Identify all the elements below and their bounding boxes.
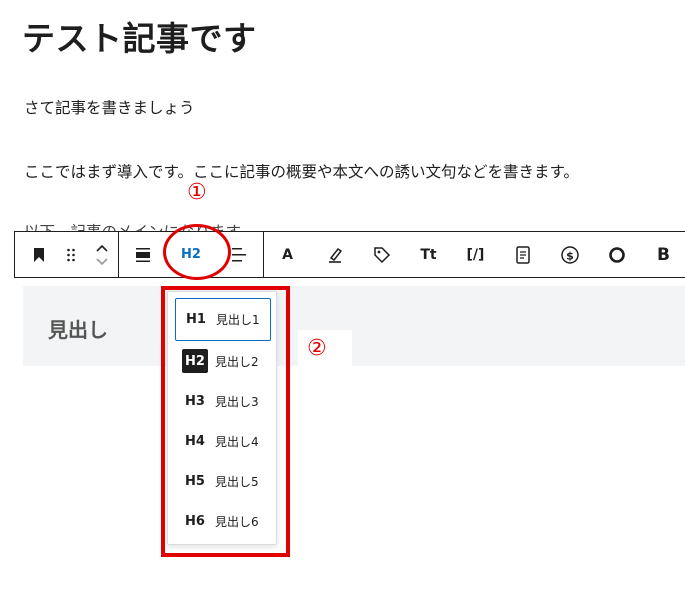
heading-block-text[interactable]: 見出し bbox=[48, 314, 108, 343]
annotation-circle bbox=[163, 224, 231, 280]
text-color-button[interactable]: A bbox=[264, 232, 311, 277]
circle-icon[interactable] bbox=[593, 232, 640, 277]
post-title[interactable]: テスト記事です bbox=[22, 12, 257, 60]
bold-button[interactable]: B bbox=[640, 232, 685, 277]
annotation-rectangle bbox=[161, 286, 290, 557]
typography-button[interactable]: Tt bbox=[405, 232, 452, 277]
heading-block[interactable] bbox=[23, 286, 685, 366]
drag-handle-icon[interactable] bbox=[55, 232, 87, 277]
annotation-marker-1: ① bbox=[187, 180, 207, 205]
block-toolbar: H2 A Tt [/] $ B bbox=[14, 231, 685, 278]
document-icon[interactable] bbox=[499, 232, 546, 277]
highlighter-icon[interactable] bbox=[311, 232, 358, 277]
move-down-icon[interactable] bbox=[96, 257, 108, 266]
move-up-icon[interactable] bbox=[96, 244, 108, 252]
toolbar-group-block bbox=[15, 232, 119, 277]
tag-icon[interactable] bbox=[358, 232, 405, 277]
dollar-icon[interactable]: $ bbox=[546, 232, 593, 277]
bookmark-icon[interactable] bbox=[23, 232, 55, 277]
align-full-icon[interactable] bbox=[119, 232, 167, 277]
paragraph-2[interactable]: ここではまず導入です。ここに記事の概要や本文への誘い文句などを書きます。 bbox=[24, 160, 579, 182]
paragraph-1[interactable]: さて記事を書きましょう bbox=[24, 96, 195, 118]
toolbar-group-format: A Tt [/] $ B bbox=[264, 232, 685, 277]
shortcode-button[interactable]: [/] bbox=[452, 232, 499, 277]
block-mover bbox=[86, 232, 118, 277]
svg-text:$: $ bbox=[566, 249, 574, 262]
annotation-marker-2: ② bbox=[307, 336, 327, 361]
